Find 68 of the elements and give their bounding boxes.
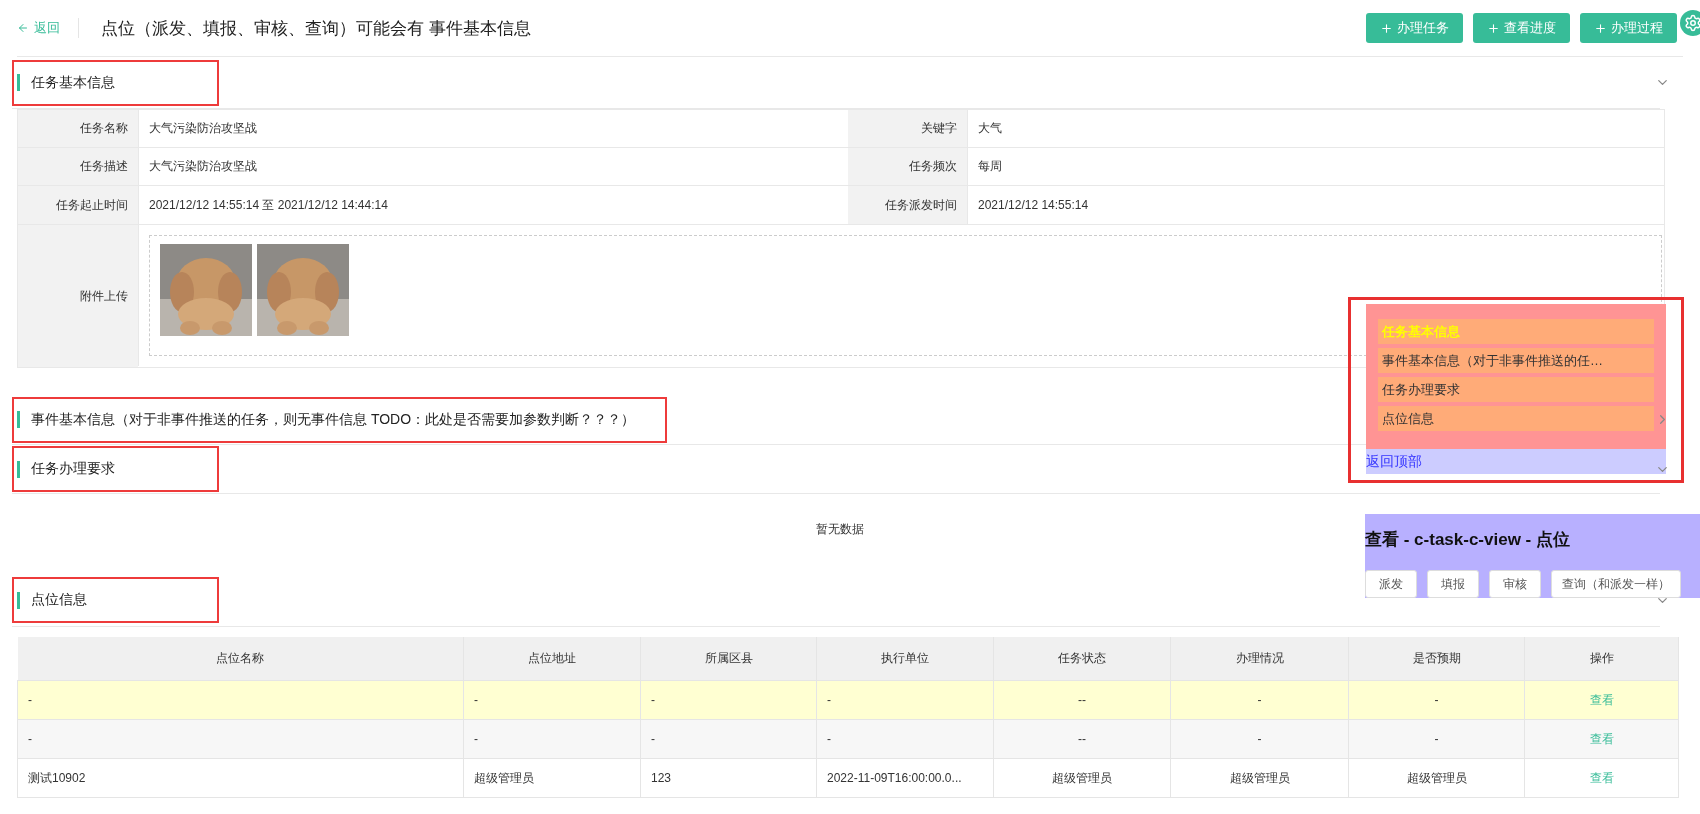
column-header: 是否预期 (1348, 637, 1525, 681)
field-label: 任务派发时间 (848, 185, 967, 224)
table-cell: - (651, 732, 655, 746)
table-cell: - (474, 732, 478, 746)
table-cell: - (1257, 693, 1262, 707)
table-cell: - (28, 732, 32, 746)
table-cell: - (28, 693, 32, 707)
table-cell: 123 (651, 771, 672, 785)
section-title: 任务办理要求 (31, 460, 115, 478)
action-button[interactable]: 办理任务 (1366, 13, 1463, 43)
table-cell: - (651, 693, 655, 707)
field-label: 关键字 (848, 109, 967, 147)
field-value: 大气污染防治攻坚战 (138, 109, 848, 147)
table-cell: - (1434, 732, 1439, 746)
table-cell: - (827, 732, 831, 746)
nav-item[interactable]: 点位信息 (1378, 406, 1654, 431)
column-header: 点位地址 (463, 637, 641, 681)
column-header: 任务状态 (993, 637, 1171, 681)
column-header: 所属区县 (640, 637, 817, 681)
panel-title: 查看 - c-task-c-view - 点位 (1365, 529, 1571, 551)
table-cell: 超级管理员 (1052, 770, 1112, 785)
mode-button[interactable]: 查询（和派发一样） (1551, 570, 1681, 598)
field-value: 2021/12/12 14:55:14 (967, 185, 1664, 224)
column-header: 操作 (1524, 637, 1679, 681)
table-cell: - (474, 693, 478, 707)
nav-item[interactable]: 任务办理要求 (1378, 377, 1654, 402)
field-value: 大气污染防治攻坚战 (138, 147, 848, 185)
view-link[interactable]: 查看 (1589, 692, 1614, 707)
field-value: 每周 (967, 147, 1664, 185)
plus-icon (1380, 21, 1393, 35)
section-title: 点位信息 (31, 591, 87, 609)
table-cell: -- (1078, 693, 1086, 707)
table-cell: - (1434, 693, 1439, 707)
field-label: 附件上传 (18, 224, 138, 367)
table-cell: -- (1078, 732, 1086, 746)
mode-button[interactable]: 审核 (1489, 570, 1541, 598)
page-title: 点位（派发、填报、审核、查询）可能会有 事件基本信息 (101, 17, 532, 40)
mode-button[interactable]: 派发 (1365, 570, 1417, 598)
section-title: 任务基本信息 (31, 73, 115, 92)
column-header: 办理情况 (1170, 637, 1349, 681)
table-cell: 2022-11-09T16:00:00.0... (827, 771, 962, 785)
table-cell: - (1257, 732, 1262, 746)
action-button[interactable]: 办理过程 (1580, 13, 1677, 43)
arrow-left-icon (17, 22, 29, 34)
field-label: 任务名称 (18, 109, 138, 147)
table-cell: 超级管理员 (1229, 770, 1290, 785)
back-to-top-link[interactable]: 返回顶部 (1366, 449, 1666, 474)
field-label: 任务起止时间 (18, 185, 138, 224)
column-header: 点位名称 (17, 637, 464, 681)
nav-item[interactable]: 事件基本信息（对于非事件推送的任… (1378, 348, 1654, 373)
settings-icon[interactable] (1680, 10, 1700, 36)
view-link[interactable]: 查看 (1589, 770, 1614, 785)
field-value: 大气 (967, 109, 1664, 147)
action-button[interactable]: 查看进度 (1473, 13, 1570, 43)
section-title: 事件基本信息（对于非事件推送的任务，则无事件信息 TODO：此处是否需要加参数判断？？？） (31, 410, 636, 429)
empty-message: 暂无数据 (816, 520, 864, 538)
field-label: 任务描述 (18, 147, 138, 185)
table-cell: 超级管理员 (1406, 770, 1467, 785)
mode-button[interactable]: 填报 (1427, 570, 1479, 598)
field-value: 2021/12/12 14:55:14 至 2021/12/12 14:44:14 (138, 185, 848, 224)
table-cell: 超级管理员 (474, 770, 534, 785)
plus-icon (1594, 21, 1607, 35)
column-header: 执行单位 (816, 637, 994, 681)
table-cell: 测试10902 (28, 770, 86, 785)
table-cell: - (827, 693, 831, 707)
field-label: 任务频次 (848, 147, 967, 185)
back-link[interactable]: 返回 (17, 18, 79, 38)
plus-icon (1487, 21, 1500, 35)
